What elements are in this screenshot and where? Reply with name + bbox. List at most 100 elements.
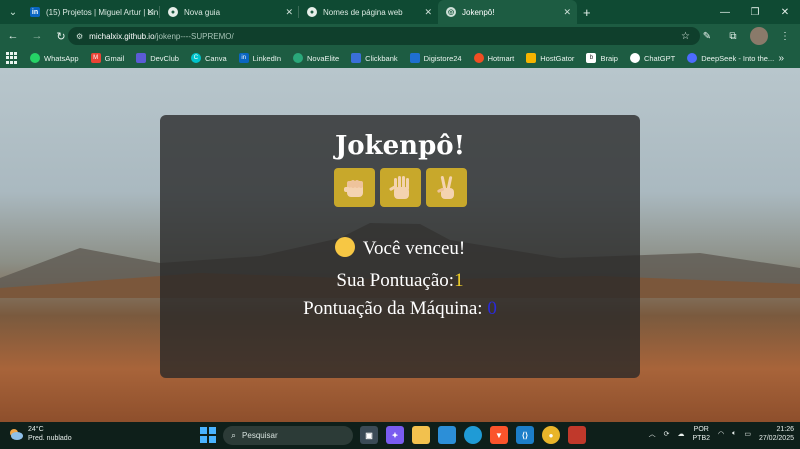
bookmarks-overflow-icon[interactable]: »	[778, 53, 784, 64]
chatgpt-icon	[629, 53, 640, 63]
onedrive-cloud-icon[interactable]: ☁	[678, 430, 685, 438]
fist-icon	[343, 179, 363, 197]
pinned-apps: ▣ ✦ ▼ ⟨⟩ ●	[360, 426, 586, 444]
bookmark-label: Hotmart	[487, 53, 515, 63]
toolbar-actions: ✎ ⧉ ⋮	[698, 27, 794, 45]
digistore-icon	[409, 53, 420, 63]
taskbar-search[interactable]: ⌕ Pesquisar	[223, 426, 353, 445]
window-controls: — ❐ ✕	[710, 0, 800, 24]
chrome-icon[interactable]: ●	[542, 426, 560, 444]
user-score: Sua Pontuação:1	[160, 270, 640, 292]
file-explorer-icon[interactable]	[412, 426, 430, 444]
smiling-face-icon	[334, 237, 355, 257]
language-indicator[interactable]: POR PTB2	[693, 425, 711, 443]
whatsapp-icon	[30, 53, 40, 63]
bookmark-label: WhatsApp	[44, 53, 79, 63]
battery-icon[interactable]: ▭	[744, 430, 751, 438]
volume-icon[interactable]: 🔈︎	[732, 430, 736, 438]
gmail-icon: M	[90, 53, 101, 63]
bookmark-label: Canva	[204, 53, 227, 63]
bookmark-linkedin[interactable]: in LinkedIn	[238, 53, 281, 63]
address-bar[interactable]: ⚙ michalxix.github.io/jokenp----SUPREMO/…	[68, 27, 700, 45]
forward-arrow-icon[interactable]: →	[26, 25, 48, 47]
back-arrow-icon[interactable]: ←	[2, 25, 24, 47]
tab-strip: ⌄ in (15) Projetos | Miguel Artur | Lin …	[0, 0, 800, 24]
hotmart-icon	[473, 53, 484, 63]
apps-grid-icon[interactable]	[6, 52, 18, 64]
globe-icon: ◎	[446, 7, 456, 17]
site-info-icon[interactable]: ⚙	[76, 32, 83, 41]
bookmark-label: HostGator	[540, 53, 575, 63]
weather-widget[interactable]: 24°C Pred. nublado	[8, 425, 72, 443]
scissors-button[interactable]	[426, 168, 467, 207]
restore-icon[interactable]: ❐	[740, 0, 770, 24]
bookmark-label: Digistore24	[423, 53, 462, 63]
profile-avatar[interactable]	[750, 27, 768, 45]
bookmark-star-icon[interactable]: ☆	[681, 31, 690, 42]
microsoft-store-icon[interactable]	[438, 426, 456, 444]
tray-app-icon[interactable]: ⟳	[664, 430, 670, 438]
bookmark-hostgator[interactable]: HostGator	[526, 53, 574, 63]
weather-desc: Pred. nublado	[28, 435, 72, 442]
rock-button[interactable]	[334, 168, 375, 207]
user-score-value: 1	[454, 270, 464, 291]
task-view-icon[interactable]: ▣	[360, 426, 378, 444]
bookmark-label: Clickbank	[365, 53, 398, 63]
tab-search-chevron-icon[interactable]: ⌄	[4, 3, 22, 21]
tab-nomes-pagina[interactable]: ● Nomes de página web ✕	[299, 0, 438, 24]
close-icon[interactable]: ✕	[563, 7, 571, 18]
bookmark-label: DeepSeek - Into the...	[701, 53, 775, 63]
cpu-score-value: 0	[487, 298, 497, 319]
app-icon[interactable]	[568, 426, 586, 444]
windows-start-icon[interactable]	[200, 427, 216, 443]
open-hand-icon	[388, 175, 409, 199]
new-tab-button[interactable]: +	[583, 5, 591, 20]
bookmark-devclub[interactable]: DevClub	[136, 53, 179, 63]
bookmark-deepseek[interactable]: DeepSeek - Into the...	[687, 53, 774, 63]
tab-label: (15) Projetos | Miguel Artur | Lin	[46, 7, 159, 17]
bookmark-gmail[interactable]: M Gmail	[90, 53, 125, 63]
close-icon[interactable]: ✕	[285, 7, 293, 18]
edge-icon[interactable]	[464, 426, 482, 444]
bookmark-braip[interactable]: b Braip	[586, 53, 618, 63]
vscode-icon[interactable]: ⟨⟩	[516, 426, 534, 444]
search-placeholder: Pesquisar	[242, 431, 278, 440]
bookmarks-bar: WhatsApp M Gmail DevClub C Canva in LinkedI…	[0, 48, 800, 68]
bookmark-whatsapp[interactable]: WhatsApp	[30, 53, 79, 63]
copilot-icon[interactable]: ✦	[386, 426, 404, 444]
tray-overflow-chevron-icon[interactable]: ︿	[649, 429, 656, 439]
tab-linkedin[interactable]: in (15) Projetos | Miguel Artur | Lin ✕	[22, 0, 160, 24]
victory-hand-icon	[436, 175, 454, 199]
linkedin-icon: in	[238, 53, 249, 63]
bookmark-label: NovaElite	[307, 53, 340, 63]
bookmark-novaelite[interactable]: NovaElite	[293, 53, 339, 63]
bookmark-hotmart[interactable]: Hotmart	[473, 53, 515, 63]
bookmark-canva[interactable]: C Canva	[190, 53, 227, 63]
paper-button[interactable]	[380, 168, 421, 207]
bookmark-clickbank[interactable]: Clickbank	[351, 53, 398, 63]
clock[interactable]: 21:26 27/02/2025	[759, 425, 794, 443]
clickbank-icon	[351, 53, 362, 63]
search-icon: ⌕	[231, 430, 237, 440]
close-window-icon[interactable]: ✕	[770, 0, 800, 24]
minimize-icon[interactable]: —	[710, 0, 740, 24]
menu-kebab-icon[interactable]: ⋮	[776, 27, 794, 45]
bookmark-digistore24[interactable]: Digistore24	[409, 53, 462, 63]
bookmark-chatgpt[interactable]: ChatGPT	[629, 53, 675, 63]
bookmark-label: DevClub	[150, 53, 179, 63]
close-icon[interactable]: ✕	[424, 7, 432, 18]
weather-cloud-icon	[8, 427, 24, 441]
novaelite-icon	[293, 53, 304, 63]
close-icon[interactable]: ✕	[146, 7, 154, 18]
lang-bottom: PTB2	[692, 435, 711, 442]
devclub-icon	[136, 53, 147, 63]
bookmark-label: Gmail	[104, 53, 125, 63]
brave-icon[interactable]: ▼	[490, 426, 508, 444]
pen-icon[interactable]: ✎	[698, 27, 716, 45]
weather-temp: 24°C	[28, 426, 44, 433]
tab-nova-guia[interactable]: ● Nova guia ✕	[160, 0, 299, 24]
deepseek-icon	[687, 53, 698, 63]
wifi-icon[interactable]: ◠	[718, 430, 724, 438]
tab-jokenpo[interactable]: ◎ Jokenpô! ✕	[438, 0, 577, 24]
extensions-icon[interactable]: ⧉	[724, 27, 742, 45]
